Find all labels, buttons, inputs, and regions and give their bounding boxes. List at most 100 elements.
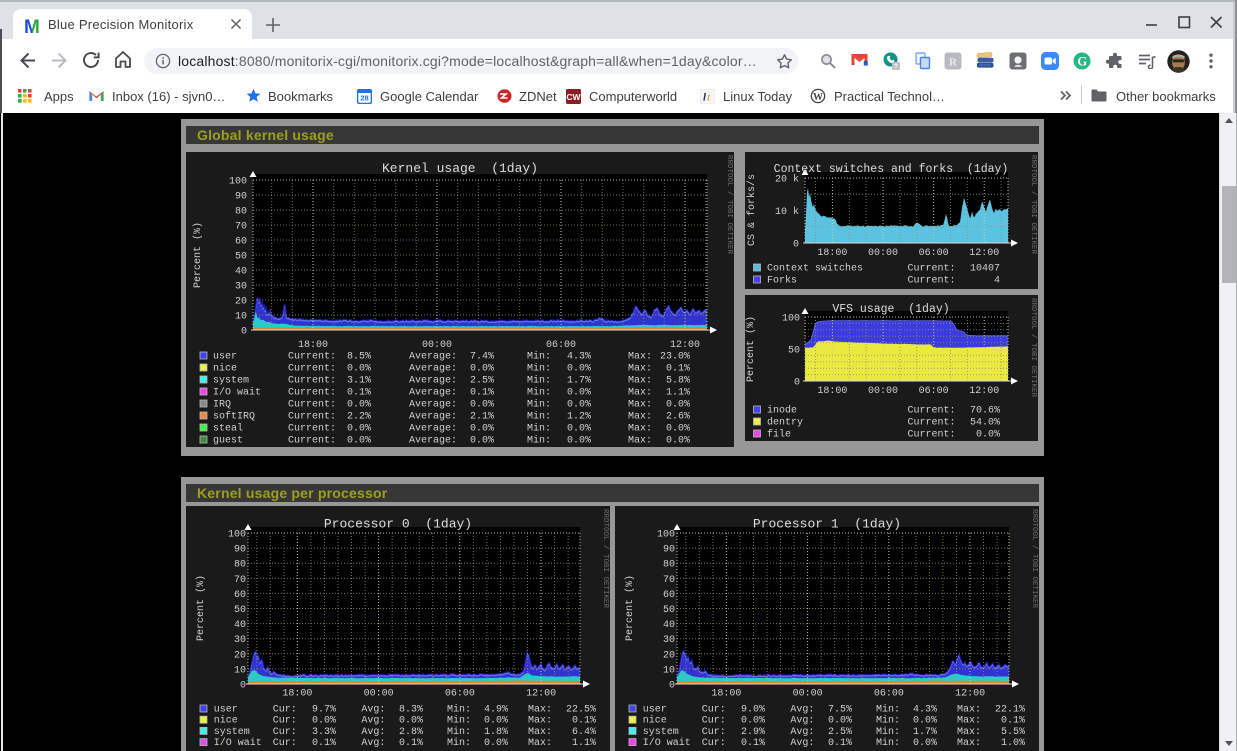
svg-text:5.8%: 5.8% [666,376,690,387]
svg-text:Max:: Max: [628,412,652,423]
svg-text:Max:: Max: [957,738,981,749]
svg-text:Min:: Min: [876,737,900,749]
svg-text:RRDTOOL / TOBI OETIKER: RRDTOOL / TOBI OETIKER [1029,298,1037,398]
svg-text:20: 20 [234,650,246,661]
svg-text:0.0%: 0.0% [399,716,423,727]
svg-text:06:00: 06:00 [919,248,949,259]
svg-text:0.0%: 0.0% [470,400,494,411]
svg-text:54.0%: 54.0% [970,418,1000,429]
svg-text:0.1%: 0.1% [572,716,596,727]
svg-text:9.0%: 9.0% [741,705,765,716]
svg-text:0.0%: 0.0% [741,716,765,727]
svg-text:1.2%: 1.2% [567,412,591,423]
svg-text:100: 100 [657,530,675,541]
svg-text:80: 80 [663,560,675,571]
svg-text:0.0%: 0.0% [470,364,494,375]
svg-text:Min:: Min: [447,726,471,738]
svg-text:Cur:: Cur: [273,716,297,727]
svg-text:2.5%: 2.5% [470,376,494,387]
svg-text:8.5%: 8.5% [347,352,371,363]
svg-text:5.5%: 5.5% [1001,727,1025,738]
svg-text:10: 10 [235,312,247,323]
svg-text:0.0%: 0.0% [470,424,494,435]
svg-text:Cur:: Cur: [702,716,726,727]
svg-text:1.1%: 1.1% [666,388,690,399]
svg-text:Max:: Max: [628,400,652,411]
svg-text:Processor 0 (1day): Processor 0 (1day) [324,517,472,532]
svg-text:steal: steal [213,423,243,435]
svg-text:Current:: Current: [288,352,336,363]
svg-text:Cur:: Cur: [273,738,297,749]
svg-text:W: W [813,92,823,103]
svg-text:inode: inode [767,405,797,417]
svg-text:Min:: Min: [447,704,471,716]
svg-text:10: 10 [234,665,246,676]
svg-text:4.9%: 4.9% [484,705,508,716]
svg-text:0.0%: 0.0% [484,716,508,727]
svg-text:Current:: Current: [288,388,336,399]
svg-text:Avg:: Avg: [790,705,814,716]
svg-text:7.4%: 7.4% [470,352,494,363]
svg-text:2.5%: 2.5% [828,727,852,738]
svg-text:70: 70 [663,575,675,586]
svg-text:Current:: Current: [288,400,336,411]
svg-text:Max:: Max: [957,716,981,727]
svg-text:Avg:: Avg: [361,727,385,738]
svg-text:0.0%: 0.0% [347,436,371,447]
svg-text:60: 60 [234,590,246,601]
svg-text:0.0%: 0.0% [567,400,591,411]
svg-text:system: system [643,727,679,738]
svg-text:Avg:: Avg: [361,738,385,749]
svg-text:9.7%: 9.7% [312,705,336,716]
svg-text:Max:: Max: [528,727,552,738]
svg-text:user: user [643,705,667,716]
svg-text:M: M [24,18,40,35]
svg-text:CW: CW [566,92,581,102]
svg-text:Average:: Average: [409,412,457,423]
svg-text:1.1%: 1.1% [572,738,596,749]
svg-text:Average:: Average: [409,400,457,411]
svg-text:12:00: 12:00 [969,248,999,259]
svg-text:Percent (%): Percent (%) [624,575,636,641]
svg-text:IRQ: IRQ [213,400,231,411]
svg-text:70: 70 [234,575,246,586]
svg-text:100: 100 [229,177,247,188]
svg-text:Min:: Min: [876,726,900,738]
svg-text:1.7%: 1.7% [567,376,591,387]
svg-text:Avg:: Avg: [361,716,385,727]
svg-text:2.9%: 2.9% [741,727,765,738]
svg-text:40: 40 [663,620,675,631]
svg-text:80: 80 [234,560,246,571]
svg-text:0.0%: 0.0% [666,400,690,411]
svg-text:nice: nice [214,715,238,727]
svg-text:0.0%: 0.0% [828,716,852,727]
svg-text:Cur:: Cur: [273,727,297,738]
svg-text:18:00: 18:00 [711,689,741,700]
svg-text:0.1%: 0.1% [1001,716,1025,727]
svg-text:22.5%: 22.5% [566,705,596,716]
svg-text:Min:: Min: [447,737,471,749]
svg-text:00:00: 00:00 [364,689,394,700]
svg-text:0.1%: 0.1% [470,388,494,399]
svg-text:10: 10 [663,665,675,676]
svg-text:06:00: 06:00 [919,386,949,397]
svg-text:Percent (%): Percent (%) [745,316,757,382]
svg-text:Max:: Max: [628,424,652,435]
svg-text:20 k: 20 k [775,174,799,186]
svg-text:12:00: 12:00 [670,340,700,351]
svg-text:Avg:: Avg: [790,716,814,727]
svg-text:Average:: Average: [409,352,457,363]
svg-text:G: G [1077,55,1087,69]
svg-text:Max:: Max: [528,716,552,727]
svg-text:40: 40 [234,620,246,631]
svg-text:28: 28 [360,94,368,103]
svg-text:40: 40 [235,267,247,278]
svg-text:Cur:: Cur: [702,705,726,716]
svg-text:user: user [214,705,238,716]
svg-text:system: system [214,727,250,738]
svg-text:18:00: 18:00 [817,386,847,397]
svg-text:3.3%: 3.3% [312,727,336,738]
svg-text:Current:: Current: [908,406,956,417]
svg-text:Average:: Average: [409,388,457,399]
svg-text:50: 50 [788,346,800,357]
